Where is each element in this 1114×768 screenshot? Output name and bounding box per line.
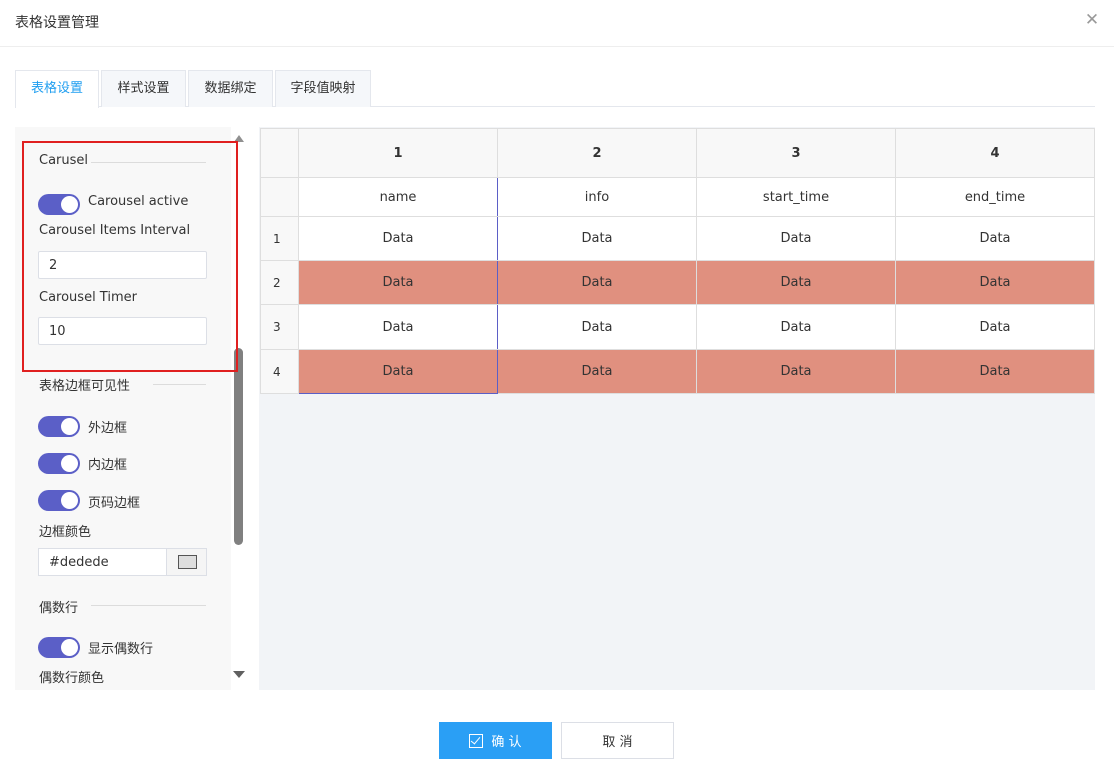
table-preview: 1 2 3 4 name info start_time end_time 1 … [259,127,1095,690]
column-number[interactable]: 3 [696,128,896,178]
carousel-interval-label: Carousel Items Interval [39,223,191,238]
table-row: 2 Data Data Data Data [260,260,1095,305]
table-cell[interactable]: Data [298,304,498,350]
scroll-up-arrow-icon[interactable] [234,135,244,142]
table-cell[interactable]: Data [696,216,896,261]
confirm-label: 确 认 [491,735,522,750]
table-cell[interactable]: Data [298,216,498,261]
table-cell[interactable]: Data [895,260,1095,305]
field-header[interactable]: info [497,177,697,217]
check-icon [469,734,484,748]
column-number[interactable]: 1 [298,128,498,178]
corner-cell [260,128,299,178]
border-heading: 表格边框可见性 [39,379,131,394]
carousel-timer-input[interactable] [38,317,207,345]
table-cell[interactable]: Data [497,260,697,305]
field-header[interactable]: end_time [895,177,1095,217]
carousel-active-label: Carousel active [88,194,189,209]
carousel-active-toggle[interactable] [38,194,80,215]
inner-border-label: 内边框 [88,458,128,473]
row-number[interactable]: 1 [260,216,299,261]
column-number[interactable]: 4 [895,128,1095,178]
field-name-row: name info start_time end_time [260,177,1095,217]
cancel-button[interactable]: 取 消 [561,722,674,759]
tab-field-mapping[interactable]: 字段值映射 [275,70,371,107]
table-cell[interactable]: Data [497,304,697,350]
table-row: 1 Data Data Data Data [260,216,1095,261]
settings-tabs: 表格设置 样式设置 数据绑定 字段值映射 [15,70,1095,108]
tab-data-binding[interactable]: 数据绑定 [188,70,273,107]
carousel-interval-input[interactable] [38,251,207,279]
inner-border-toggle[interactable] [38,453,80,474]
outer-border-label: 外边框 [88,421,128,436]
table-cell[interactable]: Data [696,260,896,305]
pager-border-label: 页码边框 [88,496,141,511]
table-cell[interactable]: Data [895,349,1095,394]
column-number-row: 1 2 3 4 [260,128,1095,178]
row-number[interactable]: 4 [260,349,299,394]
even-row-label: 显示偶数行 [88,642,154,657]
border-color-input[interactable] [38,548,167,576]
row-number-empty [260,177,299,217]
preview-table: 1 2 3 4 name info start_time end_time 1 … [260,128,1095,394]
table-cell[interactable]: Data [497,216,697,261]
table-cell[interactable]: Data [298,260,498,305]
carousel-heading: Carusel [39,153,89,168]
table-cell[interactable]: Data [895,304,1095,350]
table-cell[interactable]: Data [696,304,896,350]
section-divider [91,605,206,606]
tab-style-settings[interactable]: 样式设置 [101,70,186,107]
even-row-toggle[interactable] [38,637,80,658]
row-number[interactable]: 2 [260,260,299,305]
even-row-color-label: 偶数行颜色 [39,671,105,686]
settings-panel: Carusel Carousel active Carousel Items I… [15,127,231,690]
color-swatch-icon [178,555,197,569]
table-row: 3 Data Data Data Data [260,304,1095,350]
dialog-title: 表格设置管理 [15,15,99,31]
field-header[interactable]: name [298,177,498,217]
section-divider [91,162,206,163]
scroll-thumb[interactable] [234,348,243,545]
row-number[interactable]: 3 [260,304,299,350]
border-color-label: 边框颜色 [39,525,92,540]
field-header[interactable]: start_time [696,177,896,217]
scroll-down-arrow-icon[interactable] [233,671,245,678]
border-color-picker[interactable] [166,548,207,576]
dialog-header: 表格设置管理 ✕ [0,0,1114,47]
table-row: 4 Data Data Data Data [260,349,1095,394]
section-divider [153,384,206,385]
confirm-button[interactable]: 确 认 [439,722,552,759]
close-icon[interactable]: ✕ [1084,10,1100,30]
table-cell[interactable]: Data [696,349,896,394]
panel-scrollbar[interactable] [231,127,246,690]
outer-border-toggle[interactable] [38,416,80,437]
column-number[interactable]: 2 [497,128,697,178]
table-cell[interactable]: Data [298,349,498,394]
carousel-timer-label: Carousel Timer [39,290,137,305]
tab-table-settings[interactable]: 表格设置 [15,70,99,108]
even-row-heading: 偶数行 [39,601,79,616]
table-cell[interactable]: Data [895,216,1095,261]
table-cell[interactable]: Data [497,349,697,394]
pager-border-toggle[interactable] [38,490,80,511]
